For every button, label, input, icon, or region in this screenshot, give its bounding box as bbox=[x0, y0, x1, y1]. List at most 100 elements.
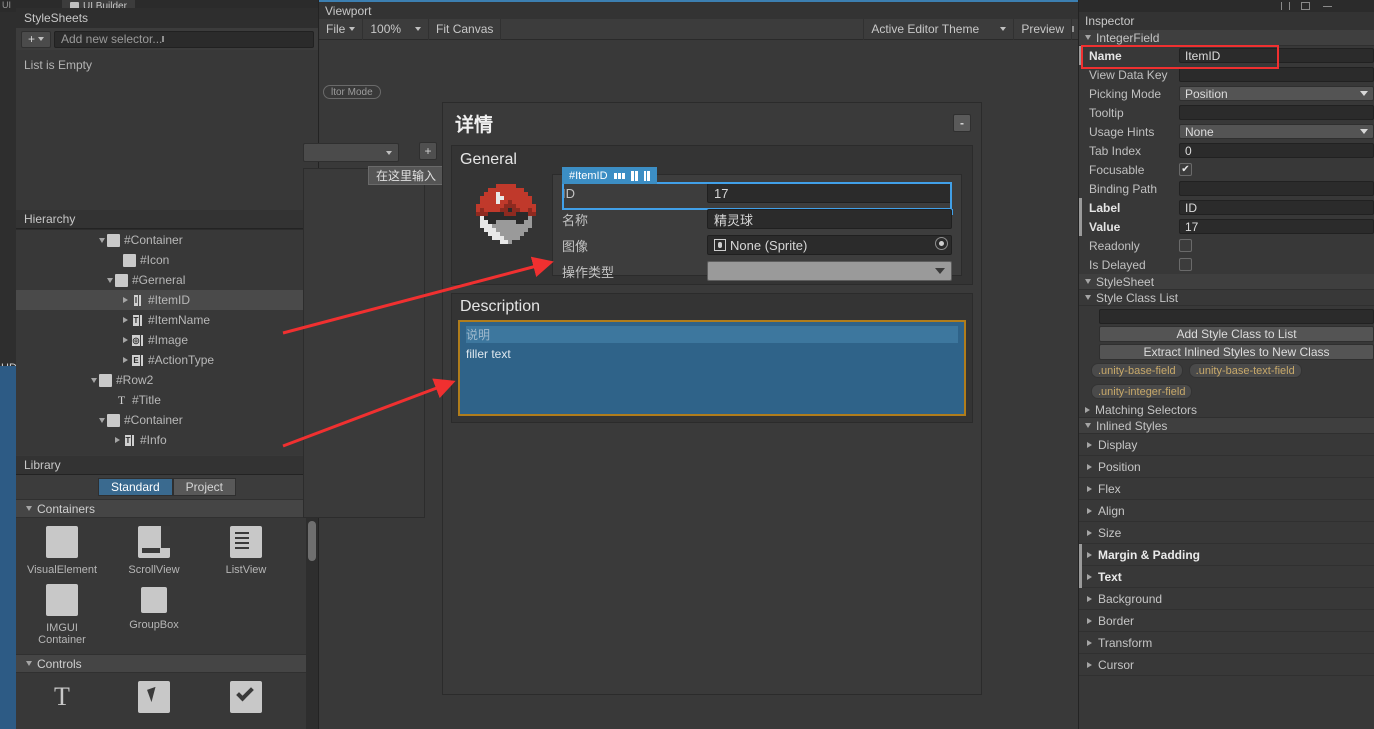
add-style-class-button[interactable]: Add Style Class to List bbox=[1099, 326, 1374, 342]
chevron-right-icon[interactable] bbox=[120, 357, 131, 363]
id-input[interactable]: 17 bbox=[707, 183, 952, 203]
style-class-list-header[interactable]: Style Class List bbox=[1079, 290, 1374, 306]
property-checkbox[interactable] bbox=[1179, 239, 1192, 252]
description-textarea[interactable]: 说明 filler text bbox=[458, 320, 966, 416]
library-item-listview[interactable]: ListView bbox=[200, 526, 292, 584]
hierarchy-row[interactable]: I #ItemID bbox=[16, 290, 318, 310]
property-checkbox[interactable]: ✔ bbox=[1179, 163, 1192, 176]
hierarchy-row[interactable]: #Container bbox=[16, 230, 318, 250]
property-checkbox[interactable] bbox=[1179, 258, 1192, 271]
library-tab-standard-label: Standard bbox=[110, 480, 160, 494]
library-section-containers[interactable]: Containers bbox=[16, 499, 318, 518]
window-maximize-icon[interactable] bbox=[1301, 2, 1310, 10]
inlined-style-category[interactable]: Background bbox=[1079, 588, 1374, 610]
preview-button[interactable]: Preview bbox=[1014, 18, 1072, 40]
more-options-icon[interactable] bbox=[162, 36, 165, 42]
viewport-more-options-icon[interactable] bbox=[1072, 26, 1074, 32]
style-class-input[interactable] bbox=[1099, 309, 1374, 324]
property-input[interactable] bbox=[1179, 105, 1374, 120]
style-class-chip[interactable]: .unity-base-text-field bbox=[1188, 363, 1302, 378]
library-item-groupbox[interactable]: GroupBox bbox=[108, 584, 200, 654]
property-dropdown[interactable]: Position bbox=[1179, 86, 1374, 101]
visual-element-icon bbox=[107, 413, 120, 427]
inspector-section-inlined-styles[interactable]: Inlined Styles bbox=[1079, 418, 1374, 434]
hierarchy-row[interactable]: E #ActionType bbox=[16, 350, 318, 370]
library-scroll-thumb[interactable] bbox=[308, 521, 316, 561]
property-input[interactable] bbox=[1179, 67, 1374, 82]
chevron-right-icon[interactable] bbox=[112, 437, 123, 443]
name-input[interactable]: 精灵球 bbox=[707, 209, 952, 229]
library-item-button-control[interactable] bbox=[108, 681, 200, 727]
background-dropdown[interactable] bbox=[303, 143, 399, 162]
image-object-field[interactable]: None (Sprite) bbox=[707, 235, 952, 255]
hierarchy-row[interactable]: #Container bbox=[16, 410, 318, 430]
property-input[interactable] bbox=[1179, 181, 1374, 196]
actiontype-dropdown[interactable] bbox=[707, 261, 952, 281]
object-picker-icon[interactable] bbox=[935, 237, 948, 250]
window-minimize-icon[interactable] bbox=[1281, 2, 1290, 10]
hierarchy-row[interactable]: #Gerneral bbox=[16, 270, 318, 290]
background-add-button[interactable]: + bbox=[419, 142, 437, 160]
library-tab-project[interactable]: Project bbox=[172, 478, 237, 496]
style-class-chip[interactable]: .unity-base-field bbox=[1091, 363, 1183, 378]
hierarchy-tree: #Container #Icon #Gerneral I #ItemID T #ItemNa… bbox=[16, 229, 318, 453]
hierarchy-row[interactable]: ◎ #Image bbox=[16, 330, 318, 350]
fit-canvas-button[interactable]: Fit Canvas bbox=[429, 18, 502, 40]
input-tooltip-label: 在这里输入 bbox=[376, 169, 437, 183]
move-icon[interactable] bbox=[613, 172, 625, 179]
inlined-style-category[interactable]: Border bbox=[1079, 610, 1374, 632]
chevron-down-icon[interactable] bbox=[96, 417, 107, 423]
library-item-label-control[interactable]: T bbox=[16, 681, 108, 727]
inlined-style-category[interactable]: Transform bbox=[1079, 632, 1374, 654]
inlined-style-category[interactable]: Display bbox=[1079, 434, 1374, 456]
window-close-icon[interactable] bbox=[1323, 2, 1332, 10]
chevron-right-icon[interactable] bbox=[120, 297, 131, 303]
library-item-visualelement[interactable]: VisualElement bbox=[16, 526, 108, 584]
align-icon[interactable] bbox=[630, 170, 638, 181]
zoom-level-dropdown[interactable]: 100% bbox=[363, 18, 430, 40]
inlined-style-category[interactable]: Margin & Padding bbox=[1079, 544, 1374, 566]
chevron-right-icon[interactable] bbox=[120, 337, 131, 343]
file-menu-button[interactable]: File bbox=[319, 18, 364, 40]
property-input[interactable]: 0 bbox=[1179, 143, 1374, 158]
property-input[interactable]: ID bbox=[1179, 200, 1374, 215]
inlined-style-category[interactable]: Cursor bbox=[1079, 654, 1374, 676]
chevron-down-icon[interactable] bbox=[88, 377, 99, 383]
inlined-style-category[interactable]: Text bbox=[1079, 566, 1374, 588]
inspector-section-integerfield[interactable]: IntegerField bbox=[1079, 30, 1374, 46]
add-stylesheet-button[interactable]: + bbox=[21, 30, 51, 48]
library-section-controls[interactable]: Controls bbox=[16, 654, 318, 673]
library-scrollbar[interactable] bbox=[306, 499, 318, 729]
inlined-style-category[interactable]: Align bbox=[1079, 500, 1374, 522]
extract-inlined-styles-button[interactable]: Extract Inlined Styles to New Class bbox=[1099, 344, 1374, 360]
hierarchy-row[interactable]: T #Title bbox=[16, 390, 318, 410]
library-tab-standard[interactable]: Standard bbox=[97, 478, 173, 496]
chevron-down-icon bbox=[1085, 35, 1091, 40]
hierarchy-row[interactable]: T #Info bbox=[16, 430, 318, 450]
hierarchy-row[interactable]: #Icon bbox=[16, 250, 318, 270]
library-item-toggle-control[interactable] bbox=[200, 681, 292, 727]
hierarchy-row-label: #Row2 bbox=[116, 373, 154, 387]
anchor-icon[interactable] bbox=[643, 170, 650, 181]
theme-dropdown[interactable]: Active Editor Theme bbox=[864, 18, 1015, 40]
new-selector-input[interactable]: Add new selector... bbox=[54, 30, 314, 48]
property-input[interactable]: 17 bbox=[1179, 219, 1374, 234]
matching-selectors-header[interactable]: Matching Selectors bbox=[1079, 402, 1374, 418]
hierarchy-row[interactable]: #Row2 bbox=[16, 370, 318, 390]
chevron-down-icon[interactable] bbox=[96, 237, 107, 243]
style-class-chip[interactable]: .unity-integer-field bbox=[1091, 384, 1193, 399]
hierarchy-row[interactable]: T #ItemName bbox=[16, 310, 318, 330]
inlined-style-category[interactable]: Size bbox=[1079, 522, 1374, 544]
library-item-imguicontainer[interactable]: IMGUI Container bbox=[16, 584, 108, 654]
inspector-section-stylesheet[interactable]: StyleSheet bbox=[1079, 274, 1374, 290]
zoom-level-label: 100% bbox=[370, 22, 402, 36]
chevron-right-icon[interactable] bbox=[120, 317, 131, 323]
inlined-style-category[interactable]: Flex bbox=[1079, 478, 1374, 500]
minimize-button[interactable]: - bbox=[953, 114, 971, 132]
property-input[interactable]: ItemID bbox=[1179, 48, 1374, 63]
library-item-scrollview[interactable]: ScrollView bbox=[108, 526, 200, 584]
field-label: 名称 bbox=[562, 212, 589, 228]
inlined-style-category[interactable]: Position bbox=[1079, 456, 1374, 478]
property-dropdown[interactable]: None bbox=[1179, 124, 1374, 139]
chevron-down-icon[interactable] bbox=[104, 277, 115, 283]
